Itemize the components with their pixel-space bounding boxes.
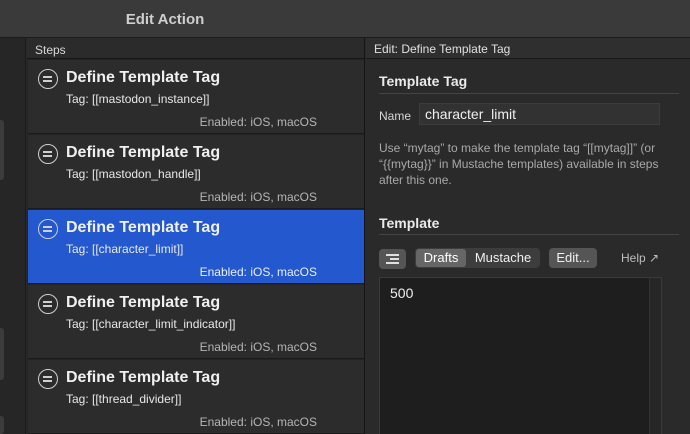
step-tag: Tag: [[character_limit]] [66, 242, 184, 256]
window-title: Edit Action [125, 11, 205, 28]
step-enabled: Enabled: iOS, macOS [199, 190, 317, 204]
step-row[interactable]: Define Template Tag Tag: [[thread_divide… [28, 360, 364, 434]
step-enabled: Enabled: iOS, macOS [199, 115, 317, 129]
step-detail-panel: Edit: Define Template Tag Template Tag N… [366, 38, 690, 434]
step-row[interactable]: Define Template Tag Tag: [[mastodon_inst… [28, 60, 364, 134]
section-divider [379, 93, 679, 94]
detail-header: Edit: Define Template Tag [366, 38, 690, 59]
step-name: Define Template Tag [66, 69, 221, 86]
template-section-title: Template [379, 215, 440, 231]
tag-name-input[interactable]: character_limit [419, 103, 660, 125]
template-content[interactable]: 500 [390, 285, 413, 301]
step-name: Define Template Tag [66, 144, 221, 161]
drag-handle-icon[interactable] [38, 69, 58, 89]
template-mode-segmented-control: Drafts Mustache [415, 248, 540, 268]
sidebar-edge [0, 328, 4, 380]
drag-handle-icon[interactable] [38, 369, 58, 389]
step-row[interactable]: Define Template Tag Tag: [[mastodon_hand… [28, 135, 364, 209]
step-name: Define Template Tag [66, 219, 221, 236]
step-name: Define Template Tag [66, 369, 221, 386]
name-label: Name [379, 109, 412, 123]
sidebar-edge [0, 120, 4, 180]
step-tag: Tag: [[mastodon_instance]] [66, 92, 210, 106]
editor-scrollbar[interactable] [649, 278, 661, 434]
step-tag: Tag: [[mastodon_handle]] [66, 167, 201, 181]
steps-panel: Steps Define Template Tag Tag: [[mastodo… [27, 38, 365, 434]
mode-drafts-option[interactable]: Drafts [416, 249, 466, 267]
text-format-icon [390, 258, 399, 260]
text-format-icon [386, 254, 399, 256]
step-tag: Tag: [[character_limit_indicator]] [66, 317, 236, 331]
text-format-icon [386, 262, 399, 264]
step-name: Define Template Tag [66, 294, 221, 311]
left-sidebar-strip [0, 38, 26, 434]
sidebar-edge [0, 416, 4, 434]
section-divider [379, 234, 679, 235]
mode-mustache-option[interactable]: Mustache [468, 249, 538, 267]
step-enabled: Enabled: iOS, macOS [199, 415, 317, 429]
steps-header: Steps [27, 38, 364, 59]
step-row[interactable]: Define Template Tag Tag: [[character_lim… [28, 285, 364, 359]
help-link[interactable]: Help ↗ [621, 251, 659, 265]
step-enabled: Enabled: iOS, macOS [199, 340, 317, 354]
template-tag-section-title: Template Tag [379, 73, 468, 89]
step-tag: Tag: [[thread_divider]] [66, 392, 182, 406]
edit-template-button[interactable]: Edit... [549, 248, 597, 268]
step-row-selected[interactable]: Define Template Tag Tag: [[character_lim… [28, 210, 364, 284]
title-bar: Edit Action [0, 0, 690, 38]
text-format-button[interactable] [379, 249, 406, 269]
template-editor[interactable]: 500 [379, 277, 662, 434]
step-enabled: Enabled: iOS, macOS [199, 265, 317, 279]
drag-handle-icon[interactable] [38, 144, 58, 164]
drag-handle-icon[interactable] [38, 219, 58, 239]
drag-handle-icon[interactable] [38, 294, 58, 314]
tag-help-text: Use “mytag” to make the template tag “[[… [379, 141, 659, 187]
